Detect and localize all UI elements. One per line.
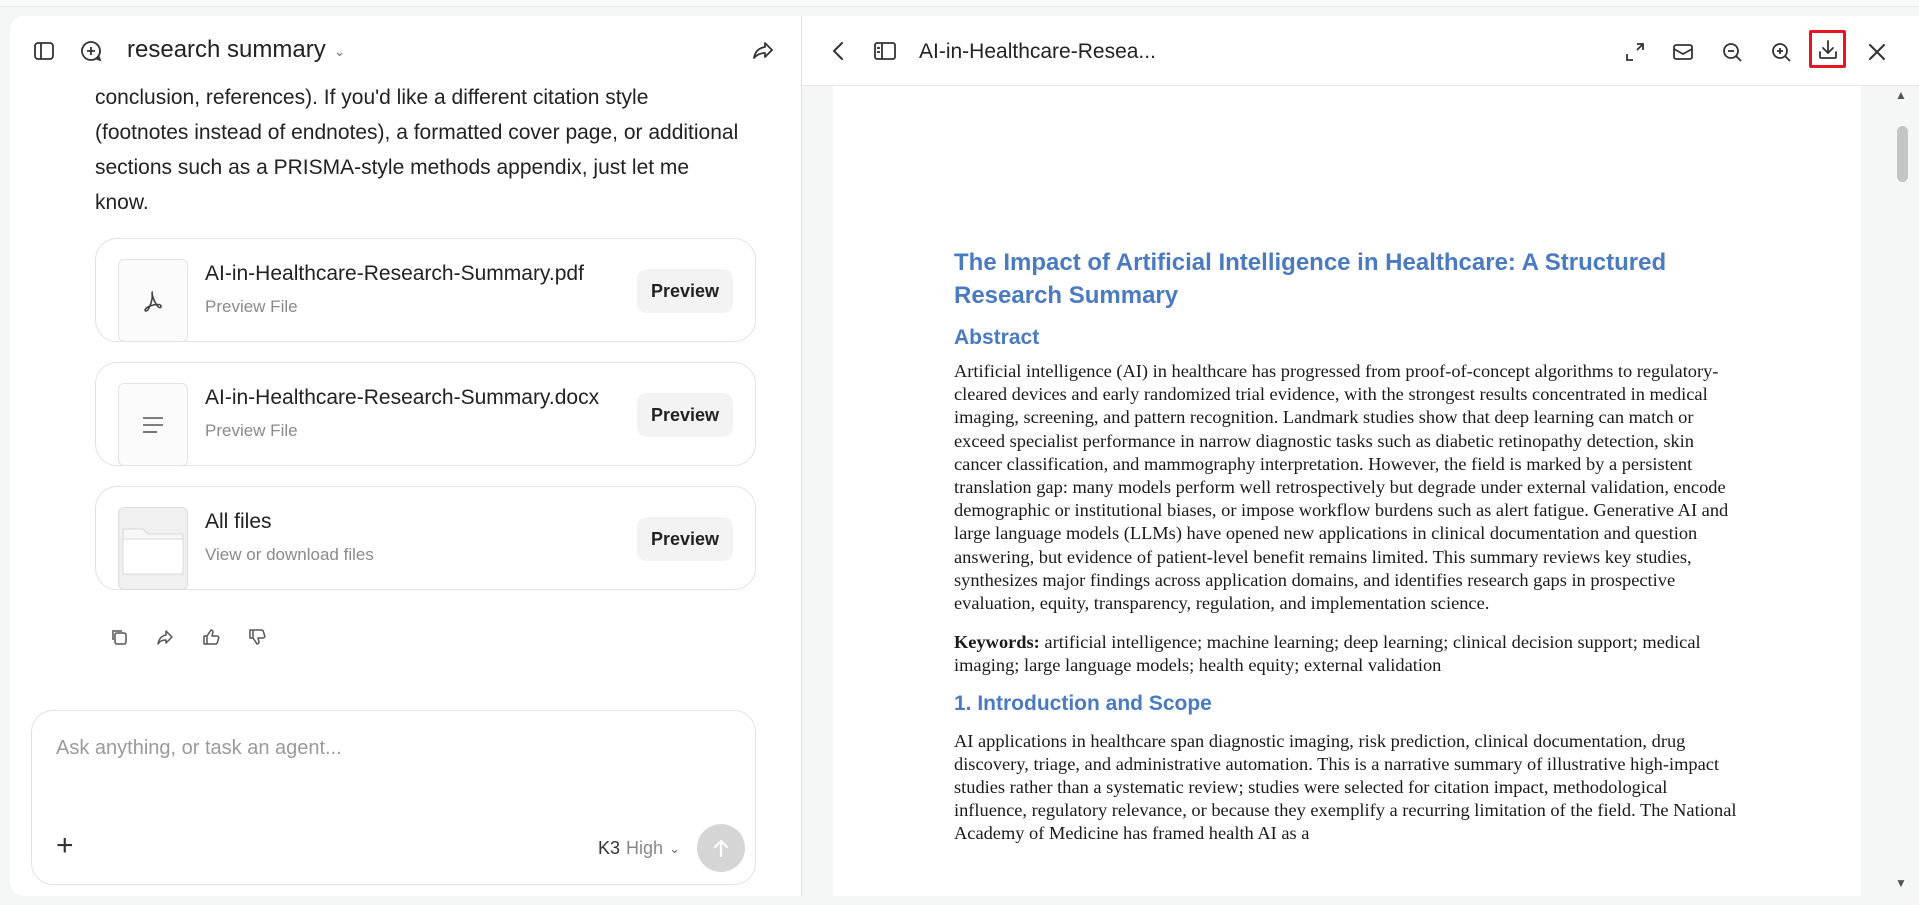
preview-button[interactable]: Preview (637, 269, 733, 313)
composer: + K3 High ⌄ (31, 710, 756, 885)
highlight-box (1809, 30, 1846, 68)
share-response-icon[interactable] (152, 624, 178, 650)
section-heading: 1. Introduction and Scope (954, 691, 1212, 715)
doc-lines-icon (118, 383, 188, 466)
document-content: The Impact of Artificial Intelligence in… (954, 246, 1744, 846)
back-icon[interactable] (828, 40, 848, 62)
scroll-down-icon[interactable]: ▼ (1895, 876, 1907, 890)
abstract-heading: Abstract (954, 326, 1040, 349)
document-page: The Impact of Artificial Intelligence in… (833, 86, 1861, 896)
file-card-pdf[interactable]: AI-in-Healthcare-Research-Summary.pdf Pr… (95, 238, 756, 342)
file-card-all-files[interactable]: All files View or download files Preview (95, 486, 756, 590)
chevron-down-icon: ⌄ (333, 43, 346, 59)
pdf-icon (118, 259, 188, 342)
thumbs-up-icon[interactable] (198, 624, 224, 650)
file-preview-panel: AI-in-Healthcare-Resea... The Impact of … (801, 16, 1919, 896)
app-window: research summary ⌄ conclusion, reference… (0, 0, 1919, 905)
close-icon[interactable] (1865, 40, 1889, 64)
message-input[interactable] (56, 733, 716, 763)
assistant-message: conclusion, references). If you'd like a… (95, 86, 739, 214)
model-selector[interactable]: K3 High ⌄ (598, 838, 680, 859)
share-icon[interactable] (750, 38, 776, 64)
zoom-out-icon[interactable] (1719, 40, 1745, 64)
file-subtitle: Preview File (205, 421, 298, 440)
abstract-text: Artificial intelligence (AI) in healthca… (954, 361, 1729, 614)
zoom-in-icon[interactable] (1768, 40, 1794, 64)
scrollbar[interactable]: ▲ ▼ (1892, 88, 1912, 890)
file-name: All files (205, 510, 272, 533)
arrow-up-icon (713, 839, 729, 858)
copy-icon[interactable] (106, 624, 132, 650)
document-title: The Impact of Artificial Intelligence in… (954, 249, 1667, 309)
plus-icon[interactable]: + (56, 829, 74, 863)
file-name: AI-in-Healthcare-Research-Summary.docx (205, 386, 600, 409)
preview-button[interactable]: Preview (637, 393, 733, 437)
model-name: K3 (598, 838, 621, 858)
scroll-thumb[interactable] (1897, 126, 1908, 182)
chat-panel: research summary ⌄ conclusion, reference… (10, 16, 801, 896)
folder-icon (118, 507, 188, 590)
mail-icon[interactable] (1670, 40, 1696, 64)
message-actions (106, 624, 270, 650)
panel-layout-icon[interactable] (872, 40, 898, 62)
send-button[interactable] (697, 824, 745, 872)
top-bar (0, 0, 1919, 7)
model-mode: High (626, 838, 664, 858)
chat-header: research summary ⌄ (10, 16, 801, 86)
chat-title[interactable]: research summary ⌄ (127, 36, 345, 64)
thumbs-down-icon[interactable] (244, 624, 270, 650)
scroll-up-icon[interactable]: ▲ (1895, 88, 1907, 102)
file-subtitle: View or download files (205, 545, 374, 564)
sidebar-toggle-icon[interactable] (31, 38, 57, 64)
expand-icon[interactable] (1623, 40, 1647, 64)
chat-title-text: research summary (127, 36, 326, 63)
preview-header: AI-in-Healthcare-Resea... (802, 16, 1919, 86)
section-text: AI applications in healthcare span diagn… (954, 730, 1737, 844)
new-chat-icon[interactable] (78, 38, 104, 64)
keywords-text: artificial intelligence; machine learnin… (954, 632, 1701, 676)
preview-button[interactable]: Preview (637, 517, 733, 561)
keywords-label: Keywords: (954, 632, 1040, 653)
file-card-docx[interactable]: AI-in-Healthcare-Research-Summary.docx P… (95, 362, 756, 466)
keywords: Keywords: artificial intelligence; machi… (954, 631, 1744, 677)
file-name: AI-in-Healthcare-Research-Summary.pdf (205, 262, 584, 285)
preview-title: AI-in-Healthcare-Resea... (919, 40, 1156, 63)
chevron-down-icon: ⌄ (669, 840, 680, 856)
file-subtitle: Preview File (205, 297, 298, 316)
